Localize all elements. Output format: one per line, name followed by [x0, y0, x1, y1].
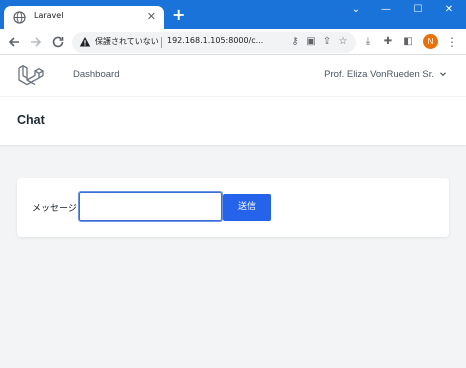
browser-toolbar: 保護されていない 192.168.1.105:8000/c... ⚷ ▣ ⇪ ☆… — [0, 29, 466, 55]
minimize-icon[interactable]: — — [375, 3, 397, 19]
bookmark-star-icon[interactable]: ☆ — [337, 36, 349, 48]
maximize-icon[interactable]: ☐ — [407, 3, 429, 19]
close-window-icon[interactable]: ✕ — [438, 3, 460, 19]
back-arrow-icon[interactable] — [6, 34, 22, 50]
forward-arrow-icon[interactable] — [28, 34, 44, 50]
message-label: メッセージ : — [32, 204, 83, 214]
app-navbar: Dashboard Prof. Eliza VonRueden Sr. — [0, 55, 466, 97]
user-menu[interactable]: Prof. Eliza VonRueden Sr. — [324, 69, 434, 80]
security-status[interactable]: 保護されていない — [95, 36, 159, 47]
browser-menu-icon[interactable]: ⋮ — [446, 35, 458, 49]
browser-titlebar: Laravel ✕ + ⌄ — ☐ ✕ — [0, 0, 466, 29]
page-header: Chat — [0, 97, 466, 145]
tab-title: Laravel — [34, 11, 64, 20]
translate-icon[interactable]: ▣ — [305, 36, 317, 48]
url-text[interactable]: 192.168.1.105:8000/c... — [167, 36, 267, 45]
chevron-down-icon[interactable] — [439, 70, 447, 78]
globe-icon — [13, 11, 26, 24]
key-icon[interactable]: ⚷ — [289, 36, 301, 48]
address-separator — [161, 37, 162, 48]
nav-link-dashboard[interactable]: Dashboard — [73, 69, 119, 80]
page-title: Chat — [17, 113, 45, 127]
warning-icon[interactable] — [79, 36, 91, 48]
download-icon[interactable]: ⤓ — [362, 36, 374, 48]
laravel-logo-icon[interactable] — [17, 63, 44, 90]
address-bar[interactable]: 保護されていない 192.168.1.105:8000/c... ⚷ ▣ ⇪ ☆ — [72, 32, 356, 53]
side-panel-icon[interactable]: ◧ — [402, 36, 414, 48]
extensions-puzzle-icon[interactable]: ✚ — [382, 36, 394, 48]
share-icon[interactable]: ⇪ — [321, 36, 333, 48]
message-input[interactable] — [78, 191, 223, 222]
new-tab-button[interactable]: + — [172, 7, 185, 23]
tab-search-icon[interactable]: ⌄ — [345, 3, 367, 19]
profile-avatar[interactable]: N — [423, 34, 438, 49]
chat-form-card: メッセージ : 送信 — [17, 178, 449, 237]
reload-icon[interactable] — [50, 34, 66, 50]
send-button[interactable]: 送信 — [223, 194, 271, 221]
close-tab-icon[interactable]: ✕ — [147, 10, 156, 23]
browser-tab[interactable]: Laravel ✕ — [4, 6, 164, 29]
